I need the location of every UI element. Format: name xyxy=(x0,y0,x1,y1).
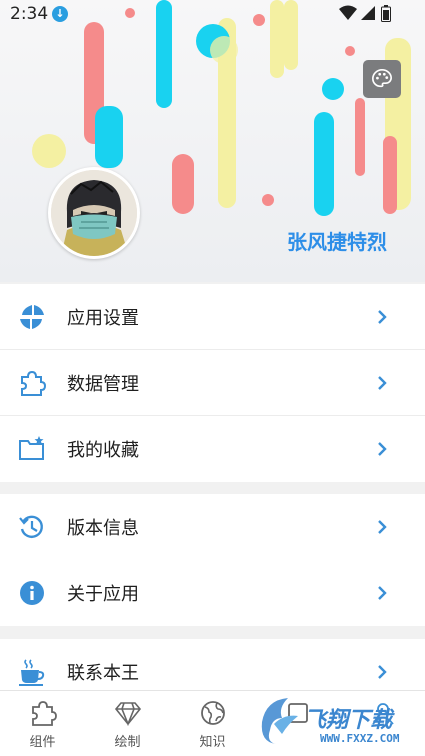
decor-bar xyxy=(355,98,365,176)
menu-item-about-app[interactable]: 关于应用 xyxy=(0,560,425,626)
menu-item-label: 联系本王 xyxy=(67,663,139,684)
profile-header: 2:34 ↓ 张风捷特烈 xyxy=(0,0,425,282)
nav-tab-knowledge[interactable]: 知识 xyxy=(170,691,255,756)
menu-item-label: 应用设置 xyxy=(67,308,139,329)
nav-tab-label: 组件 xyxy=(29,735,56,750)
menu-group-about: 版本信息 关于应用 xyxy=(0,494,425,626)
status-time: 2:34 xyxy=(10,4,49,24)
palette-icon xyxy=(372,69,392,88)
globe-icon xyxy=(201,701,225,725)
nav-tab-widgets[interactable]: 组件 xyxy=(0,691,85,756)
watermark-title: 飞翔下载 xyxy=(304,708,393,733)
folder-star-icon xyxy=(18,435,46,463)
decor-dot xyxy=(210,36,238,64)
chevron-right-icon xyxy=(378,586,387,600)
decor-dot xyxy=(262,194,274,206)
chevron-right-icon xyxy=(378,442,387,456)
menu-item-label: 我的收藏 xyxy=(67,440,139,461)
decor-bar xyxy=(172,154,194,214)
decor-dot xyxy=(322,78,344,100)
menu-item-label: 关于应用 xyxy=(67,584,139,605)
download-icon: ↓ xyxy=(52,6,68,22)
diamond-icon xyxy=(114,702,142,727)
menu-item-label: 数据管理 xyxy=(67,374,139,395)
avatar[interactable] xyxy=(48,167,140,259)
chevron-right-icon xyxy=(378,310,387,324)
menu-item-app-settings[interactable]: 应用设置 xyxy=(0,284,425,350)
menu-item-favorites[interactable]: 我的收藏 xyxy=(0,416,425,482)
puzzle-icon xyxy=(18,369,46,397)
menu-group-settings: 应用设置 数据管理 我的收藏 xyxy=(0,284,425,482)
menu-item-version-info[interactable]: 版本信息 xyxy=(0,494,425,560)
decor-bar xyxy=(314,112,334,216)
wifi-icon xyxy=(339,5,357,20)
watermark-subtitle: WWW.FXXZ.COM xyxy=(320,732,400,745)
settings-app-icon xyxy=(18,303,46,331)
widget-icon xyxy=(32,701,57,726)
username: 张风捷特烈 xyxy=(287,230,387,254)
battery-icon xyxy=(381,5,391,22)
decor-dot xyxy=(32,134,66,168)
info-icon xyxy=(18,579,46,607)
nav-tab-label: 绘制 xyxy=(114,735,141,750)
decor-bar xyxy=(95,106,123,168)
coffee-icon xyxy=(18,658,46,686)
chevron-right-icon xyxy=(378,520,387,534)
decor-bar xyxy=(383,136,397,214)
menu-item-label: 版本信息 xyxy=(67,518,139,539)
chevron-right-icon xyxy=(378,376,387,390)
history-icon xyxy=(18,513,46,541)
theme-palette-button[interactable] xyxy=(363,60,401,98)
nav-tab-paint[interactable]: 绘制 xyxy=(85,691,170,756)
watermark-logo: 飞翔下载 WWW.FXXZ.COM xyxy=(258,694,425,752)
watermark-bird-icon xyxy=(261,698,298,744)
chevron-right-icon xyxy=(378,665,387,679)
decor-dot xyxy=(345,46,355,56)
status-bar: 2:34 ↓ xyxy=(0,0,425,28)
nav-tab-label: 知识 xyxy=(199,735,226,750)
avatar-image xyxy=(51,170,137,256)
menu-item-data-management[interactable]: 数据管理 xyxy=(0,350,425,416)
signal-icon xyxy=(361,6,375,20)
